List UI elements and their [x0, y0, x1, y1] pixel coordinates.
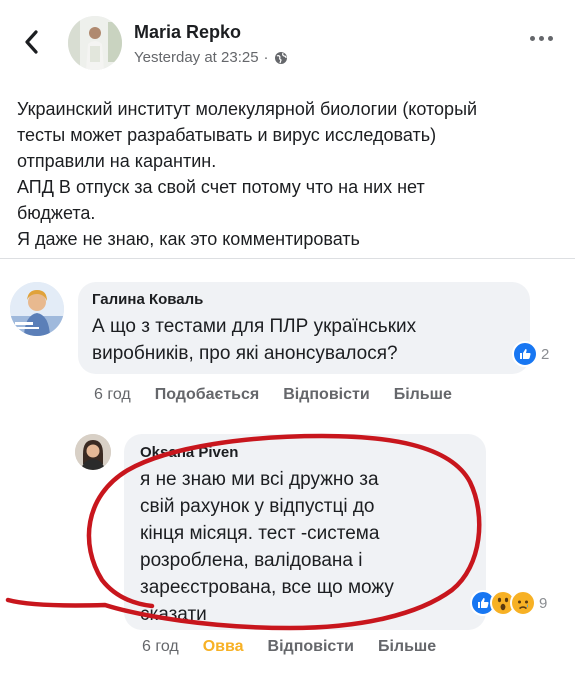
- globe-icon: [274, 51, 287, 64]
- comment-author-name[interactable]: Галина Коваль: [92, 291, 516, 308]
- like-reaction-icon: [512, 341, 538, 367]
- meta-separator: ·: [263, 49, 269, 66]
- reply-text: я не знаю ми всі дружно за свій рахунок …: [140, 466, 470, 628]
- comment-text-line: виробників, про які анонсувалося?: [92, 343, 398, 364]
- post-body: Украинский институт молекулярной биологи…: [17, 96, 565, 252]
- reply-text-line: я не знаю ми всі дружно за: [140, 469, 379, 490]
- more-button[interactable]: Більше: [394, 386, 452, 404]
- wow-reaction-button[interactable]: Овва: [203, 638, 244, 656]
- post-timestamp[interactable]: Yesterday at 23:25: [134, 49, 259, 66]
- post-text-line: АПД В отпуск за свой счет потому что на …: [17, 177, 425, 197]
- post-author-name[interactable]: Maria Repko: [134, 22, 241, 43]
- divider: [0, 258, 575, 259]
- chevron-left-icon: [25, 30, 38, 54]
- reply-button[interactable]: Відповісти: [283, 386, 369, 404]
- comment-text-line: А що з тестами для ПЛР українських: [92, 316, 417, 337]
- reply-bubble: Oksana Piven я не знаю ми всі дружно за …: [124, 434, 486, 630]
- post-text-line: отправили на карантин.: [17, 151, 217, 171]
- reply-text-line: зареєстрована, все що можу: [140, 577, 394, 598]
- reply-text-line: кінця місяця. тест -система: [140, 523, 380, 544]
- like-button[interactable]: Подобається: [155, 386, 260, 404]
- commenter-avatar[interactable]: [10, 282, 64, 336]
- comment-bubble: Галина Коваль А що з тестами для ПЛР укр…: [78, 282, 530, 374]
- author-photo: [68, 16, 122, 70]
- reply-actions: 6 год Овва Відповісти Більше: [142, 638, 436, 656]
- comment-text: А що з тестами для ПЛР українських вироб…: [92, 313, 516, 367]
- reply-avatar[interactable]: [75, 434, 111, 470]
- reply-button[interactable]: Відповісти: [268, 638, 354, 656]
- reply-text-line: свій рахунок у відпустці до: [140, 496, 375, 517]
- reaction-count: 9: [539, 594, 548, 612]
- post-meta: Yesterday at 23:25 ·: [134, 49, 288, 66]
- back-button[interactable]: [14, 24, 50, 60]
- sad-reaction-icon: [510, 590, 536, 616]
- commenter-photo: [10, 282, 64, 336]
- reply-text-line: сказати: [140, 604, 207, 625]
- reply-reaction-summary[interactable]: 9: [470, 590, 547, 616]
- more-options-button[interactable]: [530, 36, 553, 41]
- comment-time[interactable]: 6 год: [94, 386, 131, 404]
- reply-time[interactable]: 6 год: [142, 638, 179, 656]
- author-avatar[interactable]: [68, 16, 122, 70]
- post-text-line: Я даже не знаю, как это комментировать: [17, 229, 360, 249]
- reaction-summary[interactable]: 2: [512, 341, 549, 367]
- more-dots-icon: [530, 36, 535, 41]
- post-text-line: тесты может разрабатывать и вирус исслед…: [17, 125, 437, 145]
- post-text-line: Украинский институт молекулярной биологи…: [17, 99, 478, 119]
- post-text-line: бюджета.: [17, 203, 96, 223]
- more-button[interactable]: Більше: [378, 638, 436, 656]
- reply-author-photo: [75, 434, 111, 470]
- comment-actions: 6 год Подобається Відповісти Більше: [94, 386, 452, 404]
- post-header: Maria Repko Yesterday at 23:25 ·: [0, 0, 575, 88]
- reaction-count: 2: [541, 345, 550, 363]
- reply-text-line: розроблена, валідована і: [140, 550, 363, 571]
- reply-author-name[interactable]: Oksana Piven: [140, 444, 470, 461]
